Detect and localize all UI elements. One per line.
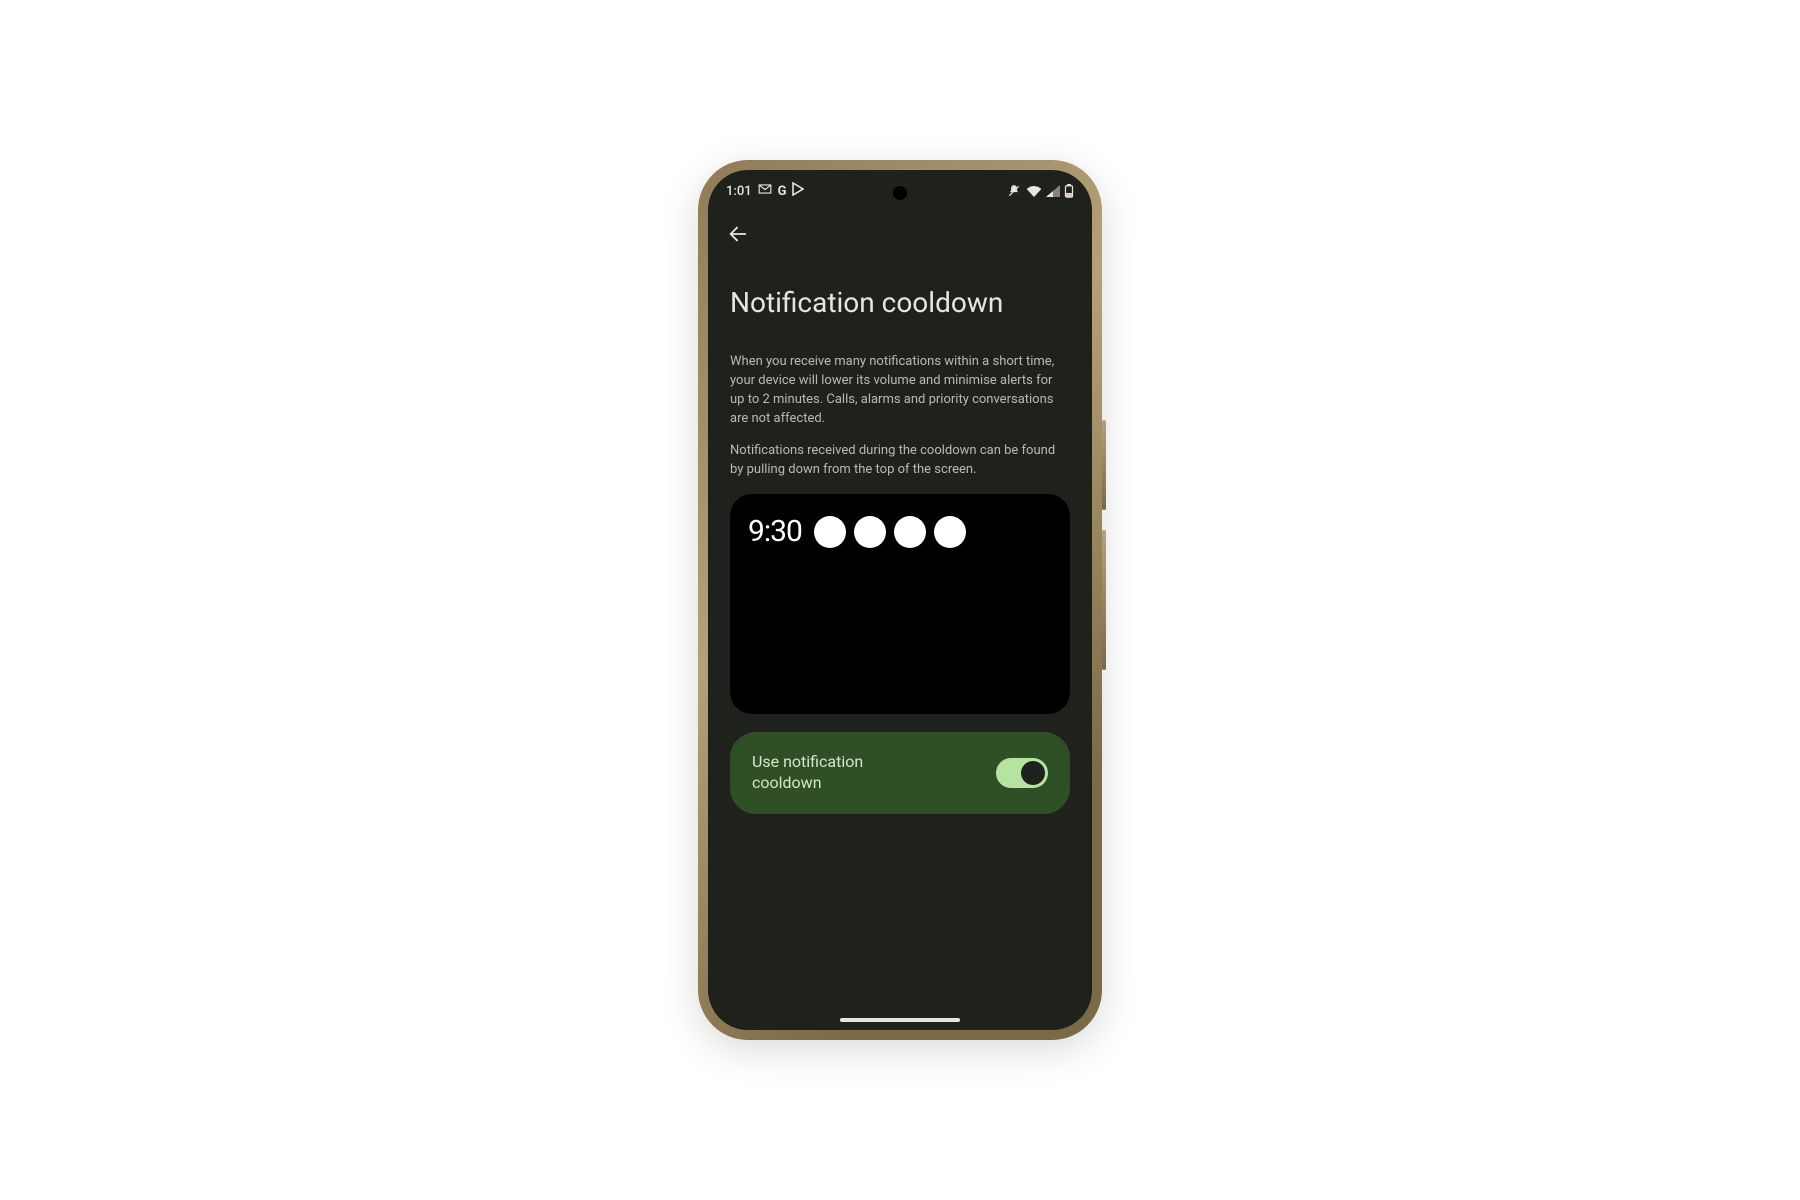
gesture-nav-bar[interactable]: [840, 1018, 960, 1022]
cooldown-switch[interactable]: [996, 758, 1048, 788]
notification-dot-icon: [894, 516, 926, 548]
app-bar: [708, 204, 1092, 250]
gmail-icon: [758, 183, 772, 199]
arrow-back-icon: [727, 223, 749, 245]
preview-time: 9:30: [748, 514, 802, 549]
switch-thumb-icon: [1021, 761, 1045, 785]
camera-hole: [893, 186, 907, 200]
cooldown-toggle-row[interactable]: Use notification cooldown: [730, 732, 1070, 814]
battery-icon: [1064, 184, 1074, 198]
status-bar-right: [1006, 184, 1074, 198]
back-button[interactable]: [722, 218, 754, 250]
vibrate-icon: [1006, 184, 1022, 198]
notification-dot-icon: [934, 516, 966, 548]
signal-icon: [1046, 185, 1060, 197]
notification-dots: [814, 516, 966, 548]
google-g-icon: G: [778, 184, 787, 199]
page-title: Notification cooldown: [730, 286, 1070, 319]
toggle-label: Use notification cooldown: [752, 752, 922, 794]
notification-dot-icon: [854, 516, 886, 548]
notification-dot-icon: [814, 516, 846, 548]
wifi-icon: [1026, 185, 1042, 197]
play-icon: [792, 182, 804, 200]
status-bar-left: 1:01 G: [726, 182, 804, 200]
description-primary: When you receive many notifications with…: [730, 353, 1070, 428]
cooldown-preview-card: 9:30: [730, 494, 1070, 714]
page-content: Notification cooldown When you receive m…: [708, 250, 1092, 814]
phone-screen: 1:01 G: [708, 170, 1092, 1030]
description-secondary: Notifications received during the cooldo…: [730, 442, 1070, 480]
status-time: 1:01: [726, 184, 752, 199]
phone-frame: 1:01 G: [698, 160, 1102, 1040]
